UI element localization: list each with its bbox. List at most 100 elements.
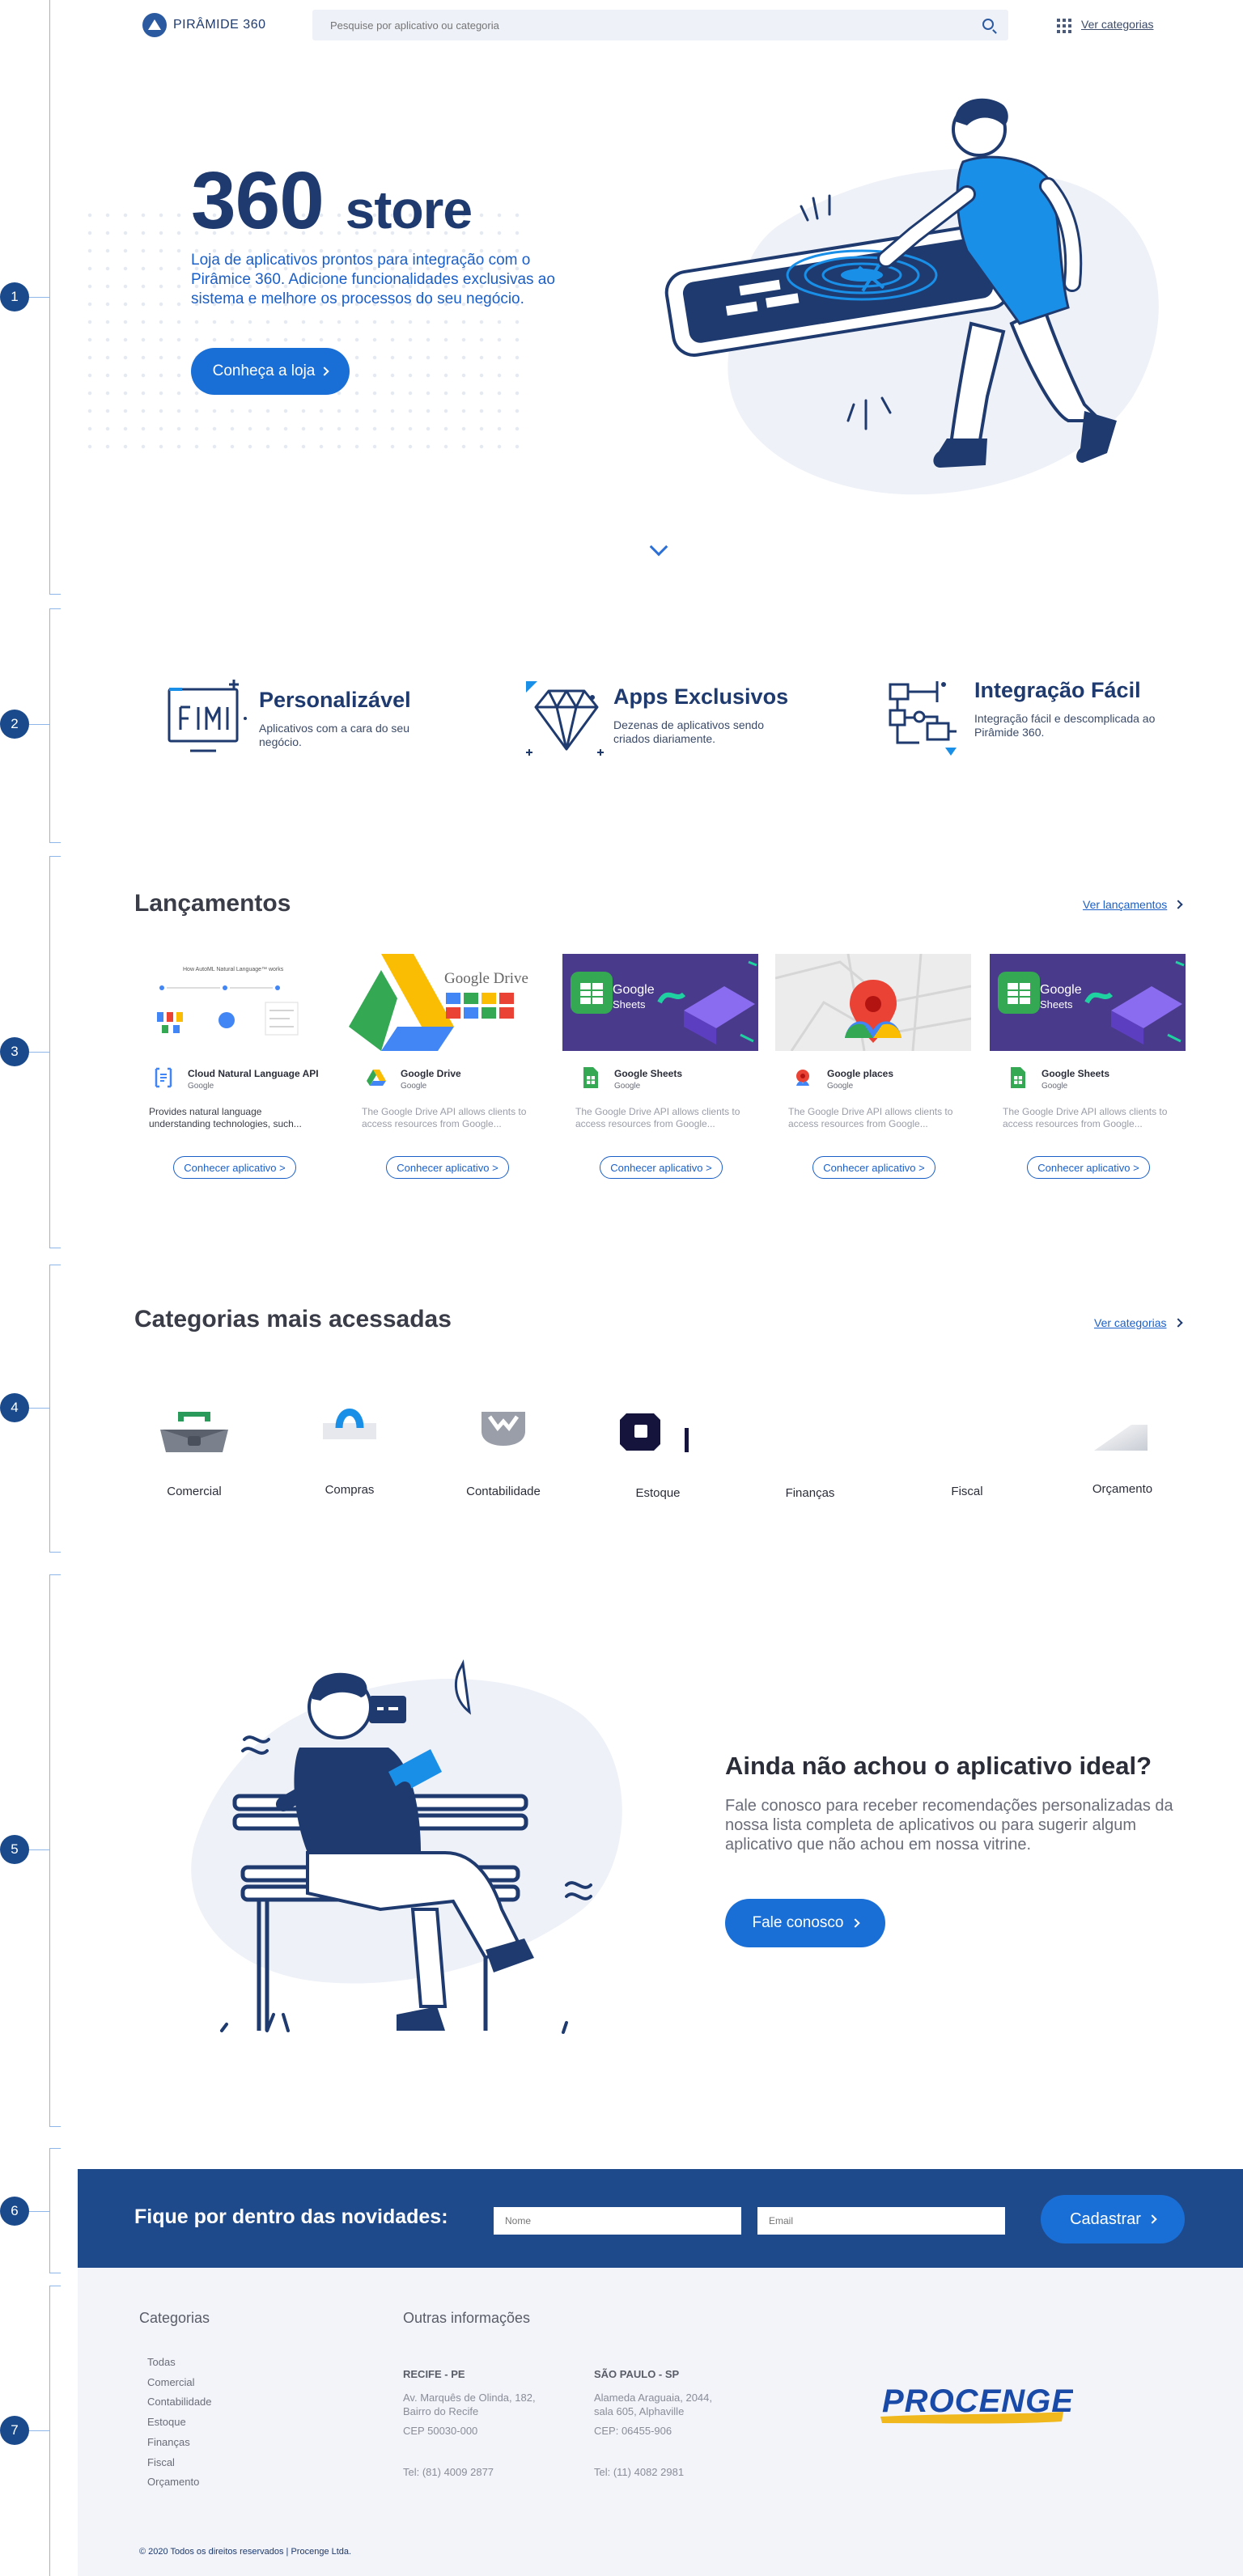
rail-connector — [29, 1408, 50, 1409]
section-marker-7: 7 — [0, 2416, 29, 2445]
categories-link[interactable]: Ver categorias — [1081, 18, 1154, 31]
view-launches-link[interactable]: Ver lançamentos — [1083, 898, 1183, 911]
budget-icon — [1094, 1425, 1148, 1451]
app-card[interactable]: Google Drive Google Drive Google The Goo… — [349, 954, 545, 1188]
feature-description: Dezenas de aplicativos sendo criados dia… — [613, 718, 765, 745]
rail-connector — [29, 1849, 50, 1850]
app-card-image-caption: Google Sheets — [1040, 983, 1082, 1012]
contact-us-button[interactable]: Fale conosco — [725, 1899, 885, 1947]
rail-segment — [49, 1265, 50, 1553]
view-app-button[interactable]: Conhecer aplicativo > — [812, 1156, 935, 1179]
subscribe-label: Cadastrar — [1070, 2210, 1141, 2228]
shopping-bag-icon — [323, 1409, 376, 1439]
search-bar — [312, 10, 1008, 40]
search-icon[interactable] — [982, 19, 994, 30]
feature-customizable: Personalizável Aplicativos com a cara do… — [166, 678, 457, 759]
office-phone: Tel: (81) 4009 2877 — [403, 2466, 494, 2478]
footer-category-link[interactable]: Finanças — [147, 2433, 212, 2453]
subscribe-button[interactable]: Cadastrar — [1041, 2195, 1185, 2243]
calculator-icon — [482, 1412, 525, 1446]
rail-connector — [29, 724, 50, 725]
view-launches-label: Ver lançamentos — [1083, 898, 1168, 911]
brand-logo[interactable]: PIRÂMIDE 360 — [142, 13, 265, 37]
hero-title-number: 360 — [191, 155, 325, 246]
google-places-icon — [796, 1070, 809, 1086]
cta-title: Ainda não achou o aplicativo ideal? — [725, 1752, 1152, 1780]
hero-title-word: store — [345, 180, 473, 239]
app-card[interactable]: Google Sheets Google Sheets Google The Go… — [562, 954, 758, 1188]
rail-connector — [29, 2430, 50, 2431]
newsletter-name-input[interactable] — [494, 2207, 741, 2235]
feature-title: Integração Fácil — [974, 678, 1141, 702]
section-marker-5: 5 — [0, 1835, 29, 1864]
footer-category-link[interactable]: Fiscal — [147, 2453, 212, 2473]
google-sheets-icon — [583, 1067, 598, 1088]
view-app-button[interactable]: Conhecer aplicativo > — [1027, 1156, 1150, 1179]
rail-segment — [49, 608, 50, 843]
rail-tick — [49, 608, 61, 609]
rail-tick — [49, 842, 61, 843]
app-description: The Google Drive API allows clients to a… — [575, 1106, 740, 1129]
app-card-image: How AutoML Natural Language™ works — [136, 954, 332, 1051]
footer-category-link[interactable]: Contabilidade — [147, 2392, 212, 2413]
category-label: Fiscal — [951, 1485, 983, 1498]
footer-category-link[interactable]: Todas — [147, 2353, 212, 2373]
rail-tick — [49, 2148, 61, 2149]
app-card-image: Google Drive — [349, 954, 545, 1051]
office-address: Alameda Araguaia, 2044, — [594, 2392, 712, 2404]
app-card-image — [775, 954, 971, 1051]
app-card-image-caption: Google Sheets — [613, 983, 655, 1012]
newsletter-email-input[interactable] — [757, 2207, 1005, 2235]
sheets-banner-icon — [998, 960, 1185, 1044]
google-sheets-icon — [1011, 1067, 1025, 1088]
view-app-button[interactable]: Conhecer aplicativo > — [600, 1156, 723, 1179]
category-label: Compras — [325, 1483, 375, 1497]
feature-title: Personalizável — [259, 688, 411, 712]
app-card[interactable]: How AutoML Natural Language™ works Cloud… — [136, 954, 332, 1188]
search-input[interactable] — [312, 10, 1008, 40]
integration-icon — [889, 681, 957, 756]
category-label: Comercial — [167, 1485, 222, 1498]
app-card-image: Google Sheets — [990, 954, 1186, 1051]
footer-category-link[interactable]: Orçamento — [147, 2472, 212, 2493]
hero-title: 360 store — [191, 160, 473, 241]
briefcase-icon — [160, 1412, 228, 1452]
app-vendor: Google — [188, 1082, 214, 1091]
copyright-text: © 2020 Todos os direitos reservados | Pr… — [139, 2547, 352, 2557]
app-name: Cloud Natural Language API — [188, 1068, 319, 1079]
feature-description: Integração fácil e descomplicada ao Pirâ… — [974, 712, 1156, 739]
app-vendor: Google — [401, 1082, 427, 1091]
app-description: The Google Drive API allows clients to a… — [1003, 1106, 1168, 1129]
categories-title: Categorias mais acessadas — [134, 1306, 452, 1332]
feature-easy-integration: Integração Fácil Integração fácil e desc… — [887, 678, 1194, 759]
pyramid-logo-icon — [142, 13, 167, 37]
view-categories-link[interactable]: Ver categorias — [1094, 1316, 1183, 1329]
office-cep: CEP: 06455-906 — [594, 2425, 672, 2437]
footer-category-link[interactable]: Comercial — [147, 2373, 212, 2393]
category-label: Contabilidade — [466, 1485, 541, 1498]
chevron-right-icon — [1173, 1318, 1183, 1328]
rail-segment — [49, 1574, 50, 2127]
view-app-button[interactable]: Conhecer aplicativo > — [173, 1156, 296, 1179]
footer-category-link[interactable]: Estoque — [147, 2413, 212, 2433]
view-app-button[interactable]: Conhecer aplicativo > — [386, 1156, 509, 1179]
newsletter-banner: Fique por dentro das novidades: Cadastra… — [78, 2169, 1243, 2268]
hero-illustration — [664, 98, 1159, 495]
view-categories-label: Ver categorias — [1094, 1316, 1167, 1329]
google-maps-pin-icon — [775, 954, 971, 1051]
feature-title: Apps Exclusivos — [613, 684, 789, 709]
grid-icon[interactable] — [1057, 19, 1071, 33]
scroll-down-icon[interactable] — [649, 537, 668, 557]
app-description: The Google Drive API allows clients to a… — [362, 1106, 527, 1129]
app-card-image-caption: Google Drive — [444, 970, 528, 987]
app-card[interactable]: Google Sheets Google Sheets Google The Go… — [990, 954, 1186, 1188]
office-city: RECIFE - PE — [403, 2368, 465, 2380]
app-card[interactable]: Google places Google The Google Drive AP… — [775, 954, 971, 1188]
diamond-icon — [526, 681, 604, 756]
visit-store-button[interactable]: Conheça a loja — [191, 348, 350, 395]
visit-store-label: Conheça a loja — [212, 362, 316, 379]
category-label: Estoque — [635, 1486, 681, 1500]
office-address: Av. Marquês de Olinda, 182, — [403, 2392, 536, 2404]
app-card-image-caption-line: Sheets — [1040, 998, 1073, 1010]
rail-connector — [29, 2211, 50, 2212]
